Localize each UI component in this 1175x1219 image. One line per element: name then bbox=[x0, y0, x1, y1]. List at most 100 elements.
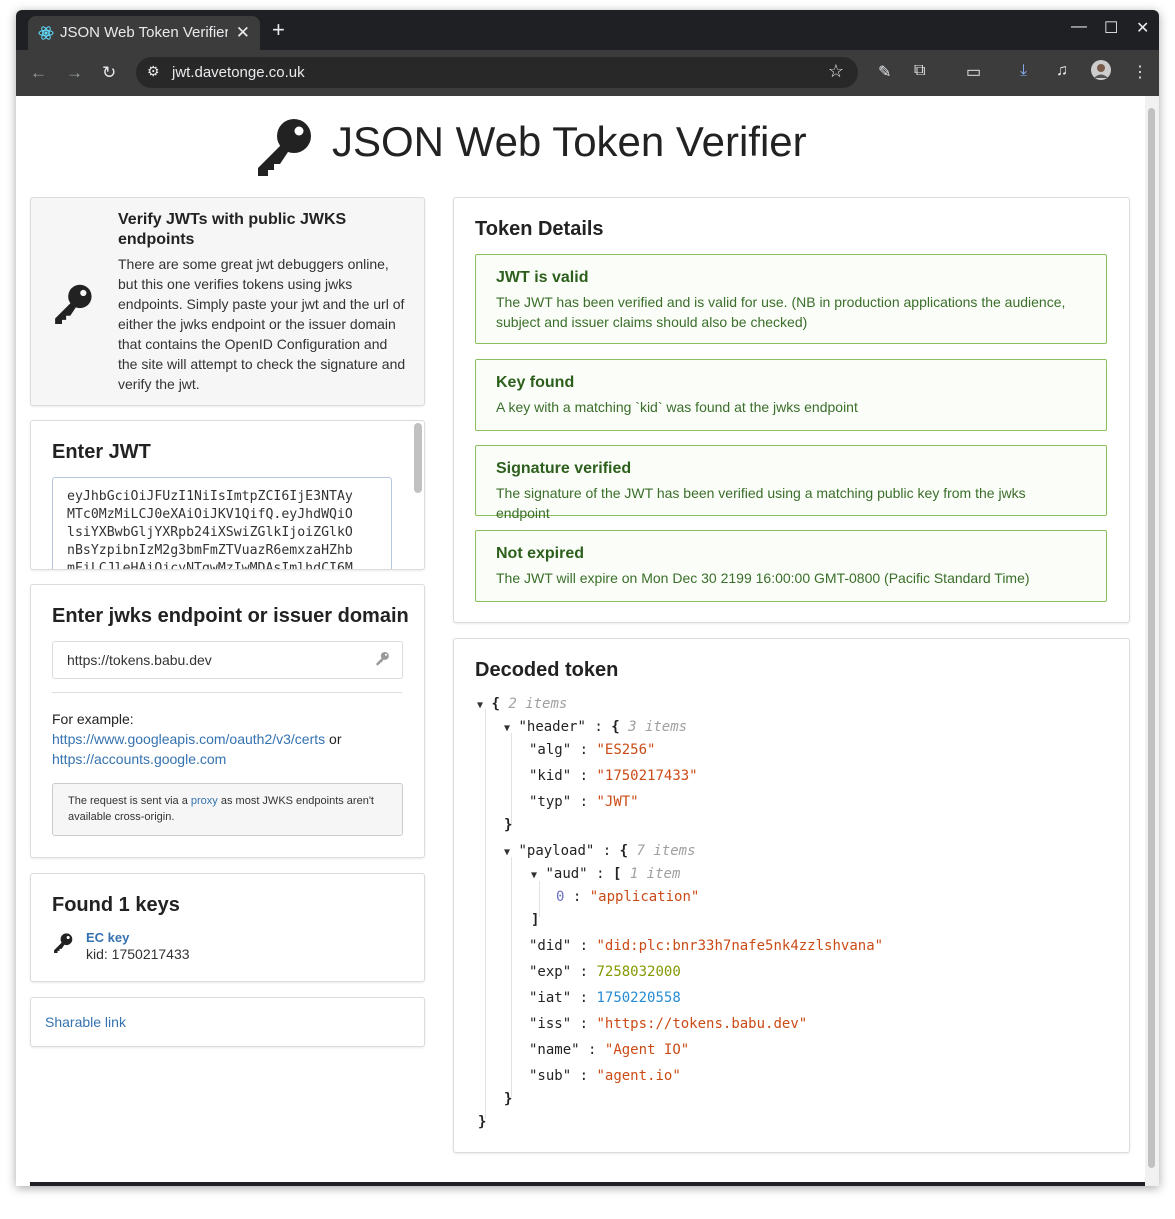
field-key: "iat" bbox=[529, 990, 572, 1006]
field-value: "JWT" bbox=[596, 794, 639, 810]
json-tree: ▼ { 2 items ▼ "header" : { 3 items "alg"… bbox=[454, 639, 1129, 1152]
header-node[interactable]: ▼ "header" : { 3 items bbox=[504, 717, 687, 739]
field-key: "alg" bbox=[529, 742, 572, 758]
reload-icon[interactable]: ↻ bbox=[102, 63, 116, 83]
jwt-heading: Enter JWT bbox=[52, 441, 151, 463]
ec-key-link[interactable]: EC key bbox=[86, 930, 129, 945]
sharable-link[interactable]: Sharable link bbox=[45, 1014, 126, 1030]
avatar[interactable] bbox=[1090, 59, 1112, 86]
card-text: The JWT will expire on Mon Dec 30 2199 1… bbox=[496, 570, 1030, 586]
field-value: 1750220558 bbox=[596, 990, 681, 1006]
minimize-icon[interactable]: — bbox=[1071, 18, 1087, 36]
collapse-header-icon[interactable]: ▼ bbox=[504, 723, 510, 734]
alg-field: "alg" : "ES256" bbox=[529, 742, 656, 758]
intro-heading: Verify JWTs with public JWKS endpoints bbox=[118, 211, 347, 248]
field-value: "application" bbox=[589, 889, 700, 905]
field-key: "exp" bbox=[529, 964, 572, 980]
collapse-root-icon[interactable]: ▼ bbox=[477, 700, 483, 711]
field-value: "https://tokens.babu.dev" bbox=[596, 1016, 808, 1032]
example-or: or bbox=[325, 731, 342, 747]
divider bbox=[52, 692, 402, 693]
proxy-note: The request is sent via a proxy as most … bbox=[52, 783, 403, 836]
new-tab-icon[interactable]: + bbox=[272, 17, 285, 43]
field-key: "did" bbox=[529, 938, 572, 954]
pin-icon[interactable]: ✎ bbox=[878, 62, 891, 82]
card-title: JWT is valid bbox=[496, 269, 589, 286]
back-icon[interactable]: ← bbox=[30, 63, 47, 83]
site-info-icon[interactable]: ⚙ bbox=[147, 63, 160, 80]
aud-close: ] bbox=[531, 912, 540, 928]
card-text: The JWT has been verified and is valid f… bbox=[496, 294, 1066, 330]
jwks-url-input[interactable]: https://tokens.babu.dev bbox=[52, 641, 403, 679]
field-value: "Agent IO" bbox=[604, 1042, 690, 1058]
jwt-panel: Enter JWT eyJhbGciOiJFUzI1NiIsImtpZCI6Ij… bbox=[30, 420, 425, 570]
tree-guide bbox=[485, 709, 486, 1119]
media-icon[interactable]: ♫ bbox=[1056, 62, 1068, 80]
bookmark-star-icon[interactable]: ☆ bbox=[828, 61, 844, 82]
collapse-aud-icon[interactable]: ▼ bbox=[531, 870, 537, 881]
field-key: "iss" bbox=[529, 1016, 572, 1032]
jwt-panel-scrollbar[interactable] bbox=[414, 423, 422, 493]
google-accounts-link[interactable]: https://accounts.google.com bbox=[52, 751, 226, 767]
field-key: "sub" bbox=[529, 1068, 572, 1084]
card-title: Not expired bbox=[496, 545, 585, 562]
forward-icon[interactable]: → bbox=[66, 63, 83, 83]
field-key: "kid" bbox=[529, 768, 572, 784]
browser-window: JSON Web Token Verifier ✕ + — ☐ ✕ ← → ↻ … bbox=[16, 10, 1159, 1186]
typ-field: "typ" : "JWT" bbox=[529, 794, 639, 810]
header-close: } bbox=[504, 817, 513, 833]
page-scrollbar-thumb[interactable] bbox=[1148, 108, 1155, 1168]
tree-root-line[interactable]: ▼ { 2 items bbox=[477, 694, 567, 716]
maximize-icon[interactable]: ☐ bbox=[1104, 18, 1118, 38]
aud-node[interactable]: ▼ "aud" : [ 1 item bbox=[531, 864, 680, 886]
google-certs-link[interactable]: https://www.googleapis.com/oauth2/v3/cer… bbox=[52, 731, 325, 747]
close-window-icon[interactable]: ✕ bbox=[1136, 18, 1149, 38]
collapse-payload-icon[interactable]: ▼ bbox=[504, 847, 510, 858]
keys-heading: Found 1 keys bbox=[52, 894, 180, 916]
sub-field: "sub" : "agent.io" bbox=[529, 1068, 681, 1084]
react-favicon-icon bbox=[38, 26, 54, 40]
intro-panel: Verify JWTs with public JWKS endpoints T… bbox=[30, 197, 425, 406]
payload-count: 7 items bbox=[636, 843, 696, 859]
extensions-icon[interactable]: ⧉ bbox=[914, 62, 925, 80]
note-prefix: The request is sent via a bbox=[68, 795, 191, 807]
browser-tab[interactable]: JSON Web Token Verifier ✕ bbox=[28, 16, 260, 50]
menu-icon[interactable]: ⋮ bbox=[1132, 62, 1148, 82]
card-text: The signature of the JWT has been verifi… bbox=[496, 485, 1026, 521]
field-key: "typ" bbox=[529, 794, 572, 810]
jwks-heading: Enter jwks endpoint or issuer domain bbox=[52, 605, 409, 627]
array-index: 0 bbox=[556, 889, 565, 905]
url-text: jwt.davetonge.co.uk bbox=[172, 64, 305, 81]
decoded-token-panel: Decoded token ▼ { 2 items ▼ "header" : {… bbox=[453, 638, 1130, 1153]
page-scrollbar[interactable] bbox=[1145, 96, 1159, 1186]
root-count: 2 items bbox=[508, 696, 568, 712]
field-value: 7258032000 bbox=[596, 964, 681, 980]
tab-close-icon[interactable]: ✕ bbox=[236, 23, 250, 43]
header-key: "header" bbox=[518, 719, 586, 735]
page-viewport: JSON Web Token Verifier Verify JWTs with… bbox=[16, 96, 1145, 1186]
card-title: Signature verified bbox=[496, 460, 632, 477]
jwt-textarea[interactable]: eyJhbGciOiJFUzI1NiIsImtpZCI6IjE3NTAy MTc… bbox=[52, 477, 392, 569]
browser-toolbar: ← → ↻ ⚙ jwt.davetonge.co.uk ☆ ✎ ⧉ ▭ ⤓ ♫ … bbox=[16, 50, 1159, 96]
input-key-icon bbox=[376, 651, 389, 666]
aud-key: "aud" bbox=[545, 866, 588, 882]
intro-text: There are some great jwt debuggers onlin… bbox=[118, 256, 406, 392]
card-text: A key with a matching `kid` was found at… bbox=[496, 399, 858, 415]
tab-search-icon[interactable]: ▭ bbox=[966, 62, 981, 82]
card-title: Key found bbox=[496, 374, 575, 391]
payload-node[interactable]: ▼ "payload" : { 7 items bbox=[504, 841, 696, 863]
proxy-link[interactable]: proxy bbox=[191, 795, 218, 807]
example-text: For example: https://www.googleapis.com/… bbox=[52, 709, 402, 769]
tree-guide bbox=[511, 733, 512, 825]
token-details-panel: Token Details JWT is valid The JWT has b… bbox=[453, 197, 1130, 623]
field-key: "name" bbox=[529, 1042, 580, 1058]
payload-key: "payload" bbox=[518, 843, 595, 859]
address-bar[interactable]: ⚙ jwt.davetonge.co.uk ☆ bbox=[136, 57, 858, 88]
tree-guide bbox=[511, 857, 512, 1097]
download-icon[interactable]: ⤓ bbox=[1020, 62, 1027, 80]
did-field: "did" : "did:plc:bnr33h7nafe5nk4zzlshvan… bbox=[529, 938, 884, 954]
exp-field: "exp" : 7258032000 bbox=[529, 964, 681, 980]
example-label: For example: bbox=[52, 711, 134, 727]
jwt-valid-card: JWT is valid The JWT has been verified a… bbox=[475, 254, 1107, 344]
not-expired-card: Not expired The JWT will expire on Mon D… bbox=[475, 530, 1107, 602]
